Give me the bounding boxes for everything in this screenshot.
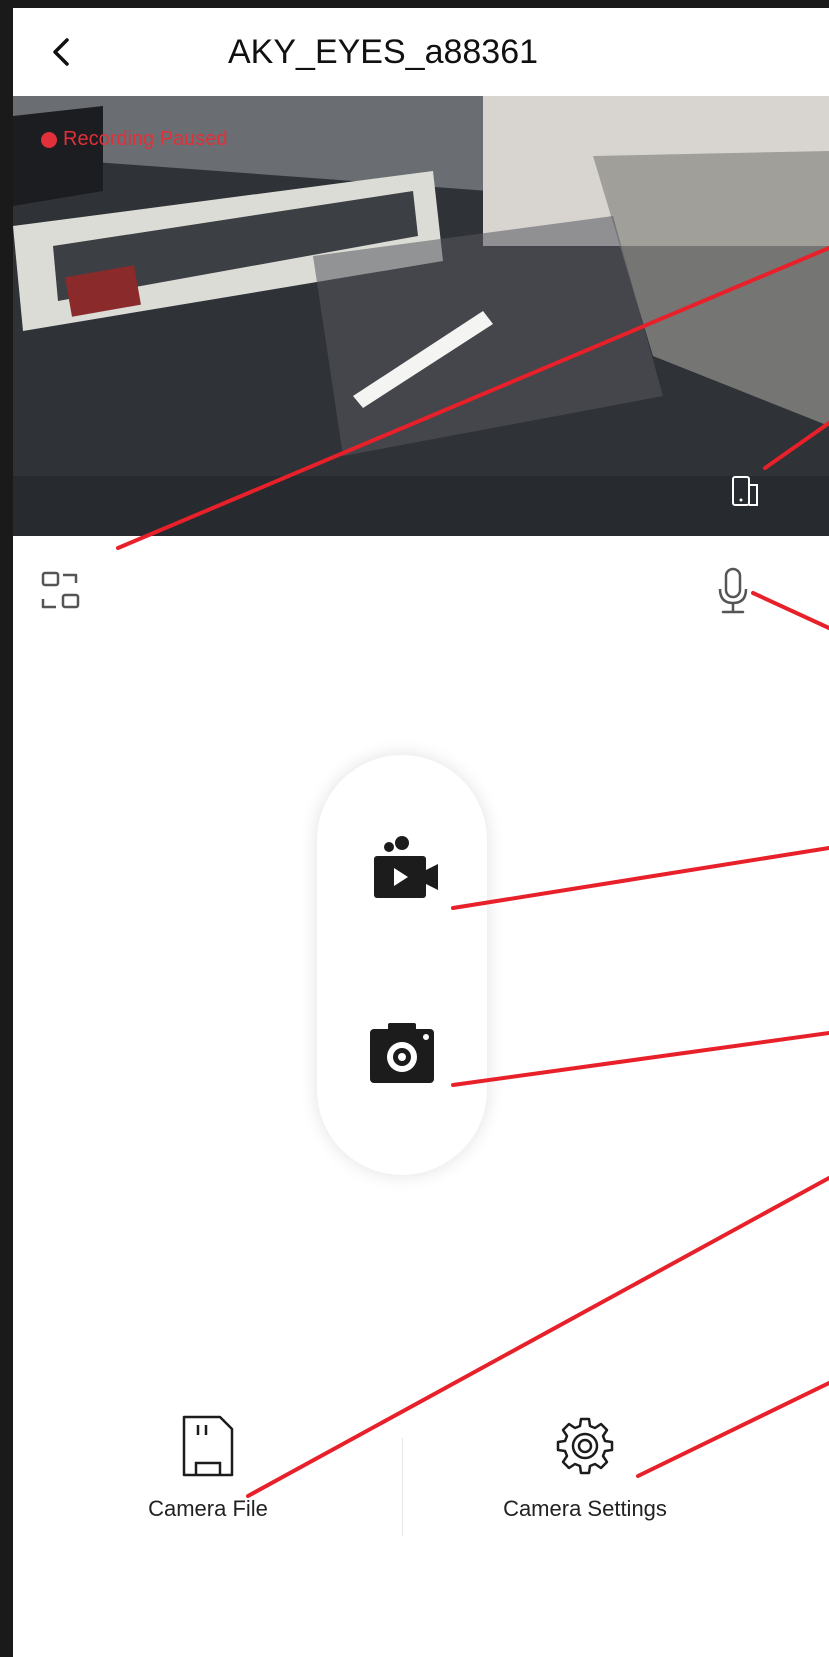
page-title: AKY_EYES_a88361 <box>228 33 539 71</box>
fullscreen-toggle-icon <box>41 571 80 609</box>
header-bar: AKY_EYES_a88361 <box>13 8 829 96</box>
annotation-line-photo <box>451 1031 829 1087</box>
recording-dot <box>41 131 57 148</box>
bottom-nav-camera-settings[interactable]: Camera Settings <box>485 1413 685 1522</box>
recording-status: Recording Paused <box>41 128 228 151</box>
microphone-icon <box>718 567 748 614</box>
back-button[interactable] <box>41 30 85 74</box>
annotation-line-microphone <box>751 591 829 630</box>
take-photo-button[interactable] <box>362 1015 442 1095</box>
record-video-button[interactable] <box>362 830 442 910</box>
video-camera-icon <box>374 836 438 898</box>
bottom-nav-label: Camera File <box>148 1496 268 1521</box>
preview-scene <box>13 96 829 536</box>
chevron-left-icon <box>53 38 69 66</box>
rotate-screen-icon <box>732 476 758 506</box>
app-screen: AKY_EYES_a88361 Recording Paused Camera … <box>13 8 829 1657</box>
camera-preview[interactable]: Recording Paused <box>13 96 829 536</box>
gear-icon <box>556 1417 614 1475</box>
microphone-button[interactable] <box>705 563 761 619</box>
fullscreen-button[interactable] <box>33 563 89 619</box>
annotation-line-record <box>451 846 829 910</box>
capture-controls <box>317 755 487 1175</box>
bottom-nav-divider <box>402 1438 403 1536</box>
bottom-nav-label: Camera Settings <box>503 1496 667 1521</box>
orientation-button[interactable] <box>725 471 765 511</box>
photo-camera-icon <box>370 1023 434 1083</box>
bottom-nav-camera-file[interactable]: Camera File <box>128 1413 288 1522</box>
sd-card-icon <box>182 1415 234 1477</box>
recording-status-label: Recording Paused <box>63 128 228 150</box>
